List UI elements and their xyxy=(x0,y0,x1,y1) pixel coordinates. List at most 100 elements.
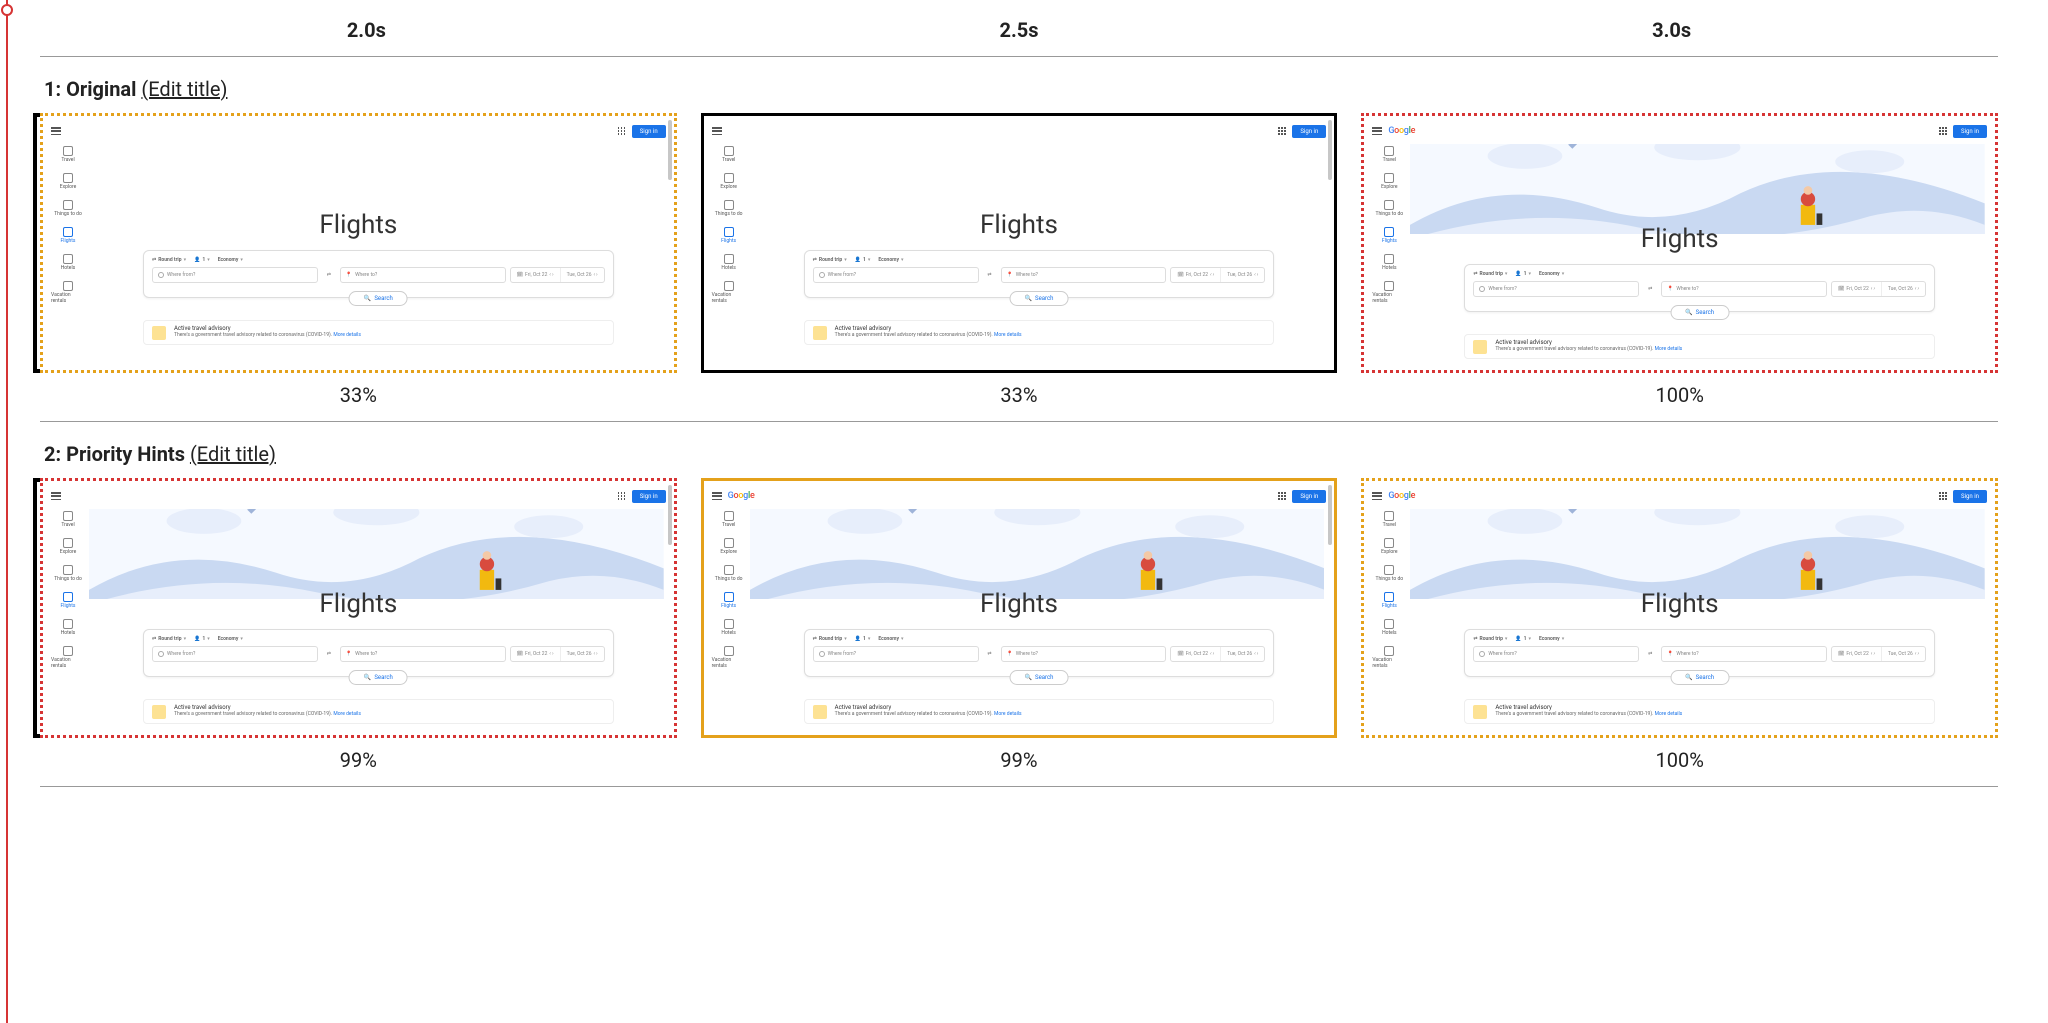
swap-icon[interactable]: ⇄ xyxy=(322,267,336,283)
sidebar-item[interactable]: Hotels xyxy=(51,619,85,636)
sidebar-item[interactable]: Explore xyxy=(51,538,85,555)
sidebar-item[interactable]: Travel xyxy=(712,146,746,163)
menu-icon[interactable] xyxy=(51,127,61,135)
edit-title-link[interactable]: (Edit title) xyxy=(141,77,227,101)
from-input[interactable]: Where from? xyxy=(1473,646,1639,662)
signin-button[interactable]: Sign in xyxy=(1292,490,1326,503)
date-return[interactable]: Tue, Oct 26 ‹ › xyxy=(560,647,604,661)
date-return[interactable]: Tue, Oct 26 ‹ › xyxy=(1220,647,1264,661)
passenger-select[interactable]: 👤 1 ▾ xyxy=(194,257,210,263)
sidebar-item[interactable]: Explore xyxy=(1372,538,1406,555)
signin-button[interactable]: Sign in xyxy=(1953,490,1987,503)
menu-icon[interactable] xyxy=(1372,492,1382,500)
sidebar-item[interactable]: Things to do xyxy=(51,565,85,582)
sidebar-item[interactable]: Vacation rentals xyxy=(51,281,85,304)
swap-icon[interactable]: ⇄ xyxy=(1643,646,1657,662)
cabin-select[interactable]: Economy ▾ xyxy=(218,257,243,263)
sidebar-item[interactable]: Explore xyxy=(51,173,85,190)
date-return[interactable]: Tue, Oct 26 ‹ › xyxy=(1881,647,1925,661)
search-button[interactable]: 🔍 Search xyxy=(1010,291,1069,306)
advisory-more-link[interactable]: More details xyxy=(994,711,1022,717)
sidebar-item[interactable]: Hotels xyxy=(1372,254,1406,271)
trip-type-select[interactable]: ⇄ Round trip ▾ xyxy=(813,636,847,642)
swap-icon[interactable]: ⇄ xyxy=(983,646,997,662)
from-input[interactable]: Where from? xyxy=(152,267,318,283)
search-button[interactable]: 🔍 Search xyxy=(349,670,408,685)
trip-type-select[interactable]: ⇄ Round trip ▾ xyxy=(152,257,186,263)
apps-icon[interactable] xyxy=(1939,127,1947,135)
to-input[interactable]: 📍Where to? xyxy=(340,646,506,662)
cabin-select[interactable]: Economy ▾ xyxy=(878,636,903,642)
sidebar-item[interactable]: Things to do xyxy=(1372,200,1406,217)
sidebar-item[interactable]: Travel xyxy=(1372,146,1406,163)
passenger-select[interactable]: 👤 1 ▾ xyxy=(1515,636,1531,642)
passenger-select[interactable]: 👤 1 ▾ xyxy=(1515,271,1531,277)
date-depart[interactable]: 🗓 Fri, Oct 22 ‹ › xyxy=(1832,282,1881,296)
sidebar-item[interactable]: Hotels xyxy=(712,254,746,271)
scrollbar[interactable] xyxy=(1328,485,1332,545)
menu-icon[interactable] xyxy=(712,492,722,500)
cabin-select[interactable]: Economy ▾ xyxy=(218,636,243,642)
sidebar-item[interactable]: Travel xyxy=(51,511,85,528)
apps-icon[interactable] xyxy=(1939,492,1947,500)
date-return[interactable]: Tue, Oct 26 ‹ › xyxy=(560,268,604,282)
search-button[interactable]: 🔍 Search xyxy=(1670,305,1729,320)
search-button[interactable]: 🔍 Search xyxy=(1010,670,1069,685)
trip-type-select[interactable]: ⇄ Round trip ▾ xyxy=(152,636,186,642)
apps-icon[interactable] xyxy=(618,492,626,500)
to-input[interactable]: 📍Where to? xyxy=(340,267,506,283)
sidebar-item[interactable]: Travel xyxy=(712,511,746,528)
sidebar-item[interactable]: Things to do xyxy=(1372,565,1406,582)
signin-button[interactable]: Sign in xyxy=(1292,125,1326,138)
search-button[interactable]: 🔍 Search xyxy=(349,291,408,306)
from-input[interactable]: Where from? xyxy=(813,267,979,283)
swap-icon[interactable]: ⇄ xyxy=(322,646,336,662)
sidebar-item[interactable]: Things to do xyxy=(712,565,746,582)
date-return[interactable]: Tue, Oct 26 ‹ › xyxy=(1881,282,1925,296)
menu-icon[interactable] xyxy=(712,127,722,135)
sidebar-item[interactable]: Hotels xyxy=(712,619,746,636)
sidebar-item[interactable]: Vacation rentals xyxy=(1372,281,1406,304)
scrollbar[interactable] xyxy=(1328,120,1332,180)
swap-icon[interactable]: ⇄ xyxy=(983,267,997,283)
advisory-more-link[interactable]: More details xyxy=(333,332,361,338)
sidebar-item[interactable]: Explore xyxy=(1372,173,1406,190)
date-depart[interactable]: 🗓 Fri, Oct 22 ‹ › xyxy=(1171,647,1220,661)
date-return[interactable]: Tue, Oct 26 ‹ › xyxy=(1220,268,1264,282)
search-button[interactable]: 🔍 Search xyxy=(1670,670,1729,685)
apps-icon[interactable] xyxy=(1278,492,1286,500)
date-depart[interactable]: 🗓 Fri, Oct 22 ‹ › xyxy=(511,268,560,282)
trip-type-select[interactable]: ⇄ Round trip ▾ xyxy=(813,257,847,263)
date-depart[interactable]: 🗓 Fri, Oct 22 ‹ › xyxy=(511,647,560,661)
sidebar-item[interactable]: Travel xyxy=(51,146,85,163)
menu-icon[interactable] xyxy=(51,492,61,500)
swap-icon[interactable]: ⇄ xyxy=(1643,281,1657,297)
sidebar-item[interactable]: Vacation rentals xyxy=(712,281,746,304)
menu-icon[interactable] xyxy=(1372,127,1382,135)
passenger-select[interactable]: 👤 1 ▾ xyxy=(855,257,871,263)
advisory-more-link[interactable]: More details xyxy=(1655,711,1683,717)
advisory-more-link[interactable]: More details xyxy=(333,711,361,717)
filmstrip-frame[interactable]: Google Sign in TravelExploreThings to do… xyxy=(1361,113,1998,373)
cabin-select[interactable]: Economy ▾ xyxy=(878,257,903,263)
to-input[interactable]: 📍Where to? xyxy=(1661,646,1827,662)
trip-type-select[interactable]: ⇄ Round trip ▾ xyxy=(1473,636,1507,642)
sidebar-item[interactable]: Vacation rentals xyxy=(712,646,746,669)
signin-button[interactable]: Sign in xyxy=(632,125,666,138)
signin-button[interactable]: Sign in xyxy=(1953,125,1987,138)
from-input[interactable]: Where from? xyxy=(152,646,318,662)
filmstrip-frame[interactable]: Google Sign in TravelExploreThings to do… xyxy=(701,478,1338,738)
cabin-select[interactable]: Economy ▾ xyxy=(1539,271,1564,277)
sidebar-item[interactable]: Vacation rentals xyxy=(51,646,85,669)
trip-type-select[interactable]: ⇄ Round trip ▾ xyxy=(1473,271,1507,277)
signin-button[interactable]: Sign in xyxy=(632,490,666,503)
date-depart[interactable]: 🗓 Fri, Oct 22 ‹ › xyxy=(1832,647,1881,661)
sidebar-item[interactable]: Hotels xyxy=(1372,619,1406,636)
to-input[interactable]: 📍Where to? xyxy=(1001,267,1167,283)
scrollbar[interactable] xyxy=(668,485,672,545)
apps-icon[interactable] xyxy=(618,127,626,135)
apps-icon[interactable] xyxy=(1278,127,1286,135)
edit-title-link[interactable]: (Edit title) xyxy=(190,442,276,466)
date-depart[interactable]: 🗓 Fri, Oct 22 ‹ › xyxy=(1171,268,1220,282)
from-input[interactable]: Where from? xyxy=(1473,281,1639,297)
